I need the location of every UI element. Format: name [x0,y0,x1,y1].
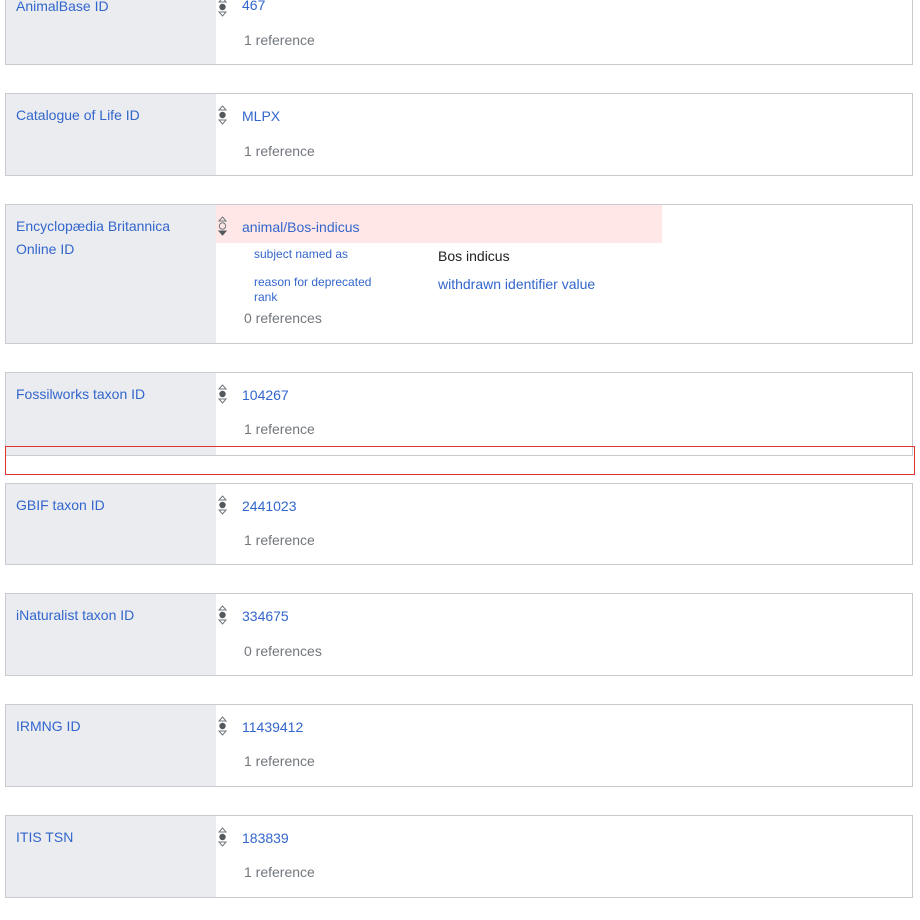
statement-group-animalbase-id: AnimalBase ID 467 1 reference [5,0,913,65]
statement: 11439412 1 reference [216,705,912,786]
references-toggle[interactable]: 1 reference [244,531,315,549]
property-label-cell: AnimalBase ID [6,0,216,64]
qualifier-value[interactable]: withdrawn identifier value [438,275,595,293]
property-link-irmng-id[interactable]: IRMNG ID [16,715,186,738]
statement: 2441023 1 reference [216,484,912,564]
statement-value[interactable]: 467 [242,0,265,14]
qualifier-label[interactable]: subject named as [254,247,394,262]
property-label-cell: ITIS TSN [6,816,216,897]
property-label-cell: iNaturalist taxon ID [6,594,216,675]
statement: MLPX 1 reference [216,94,912,175]
statement: 183839 1 reference [216,816,912,897]
references-toggle[interactable]: 1 reference [244,31,315,49]
property-label-cell: GBIF taxon ID [6,484,216,564]
statement-group-itis-tsn: ITIS TSN 183839 1 reference [5,815,913,898]
statement-group-irmng-id: IRMNG ID 11439412 1 reference [5,704,913,787]
property-label-cell: Catalogue of Life ID [6,94,216,175]
references-toggle[interactable]: 0 references [244,309,322,327]
rank-normal-icon[interactable] [218,827,227,847]
property-link-catalogue-of-life-id[interactable]: Catalogue of Life ID [16,104,186,127]
rank-normal-icon[interactable] [218,605,227,625]
property-link-fossilworks-taxon-id[interactable]: Fossilworks taxon ID [16,383,186,406]
references-toggle[interactable]: 1 reference [244,752,315,770]
property-link-itis-tsn[interactable]: ITIS TSN [16,826,186,849]
rank-deprecated-icon[interactable] [218,216,227,236]
statement-value[interactable]: 104267 [242,386,289,404]
property-label-cell: Fossilworks taxon ID [6,373,216,455]
references-toggle[interactable]: 1 reference [244,863,315,881]
property-link-britannica-online-id[interactable]: Encyclopædia Britannica Online ID [16,215,186,261]
rank-normal-icon[interactable] [218,105,227,125]
statement-deprecated: animal/Bos-indicus subject named as Bos … [216,205,912,343]
highlight-box [5,446,915,475]
wikidata-identifiers-section: AnimalBase ID 467 1 reference Catalogue … [0,0,920,920]
rank-normal-icon[interactable] [218,716,227,736]
statement-value[interactable]: MLPX [242,107,280,125]
statement-group-catalogue-of-life-id: Catalogue of Life ID MLPX 1 reference [5,93,913,176]
property-label-cell: IRMNG ID [6,705,216,786]
references-toggle[interactable]: 0 references [244,642,322,660]
qualifier-label[interactable]: reason for deprecated rank [254,275,394,305]
rank-normal-icon[interactable] [218,384,227,404]
property-link-animalbase-id[interactable]: AnimalBase ID [16,0,186,18]
statement-value[interactable]: 11439412 [242,718,303,736]
references-toggle[interactable]: 1 reference [244,420,315,438]
rank-normal-icon[interactable] [218,495,227,515]
statement-group-gbif-taxon-id: GBIF taxon ID 2441023 1 reference [5,483,913,565]
property-label-cell: Encyclopædia Britannica Online ID [6,205,216,343]
statement: 334675 0 references [216,594,912,675]
statement: 467 1 reference [216,0,912,64]
qualifier-value: Bos indicus [438,248,510,264]
property-link-inaturalist-taxon-id[interactable]: iNaturalist taxon ID [16,604,186,627]
statement-value[interactable]: 334675 [242,607,289,625]
statement-group-fossilworks-taxon-id: Fossilworks taxon ID 104267 1 reference [5,372,913,456]
property-link-gbif-taxon-id[interactable]: GBIF taxon ID [16,494,186,517]
statement-value[interactable]: animal/Bos-indicus [242,218,360,236]
references-toggle[interactable]: 1 reference [244,142,315,160]
statement-value[interactable]: 2441023 [242,497,297,515]
statement-value[interactable]: 183839 [242,829,289,847]
statement-group-britannica-online-id: Encyclopædia Britannica Online ID animal… [5,204,913,344]
statement: 104267 1 reference [216,373,912,455]
rank-normal-icon[interactable] [218,0,227,17]
statement-group-inaturalist-taxon-id: iNaturalist taxon ID 334675 0 references [5,593,913,676]
